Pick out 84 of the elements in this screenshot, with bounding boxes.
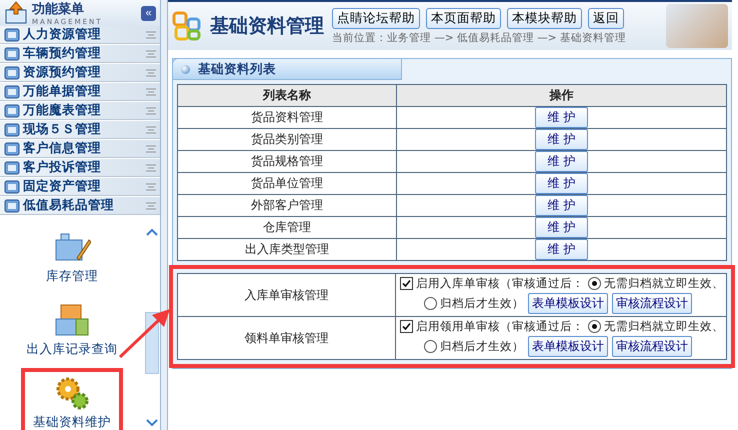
scrollbar[interactable] xyxy=(161,0,168,430)
radio-button[interactable] xyxy=(588,277,601,290)
scroll-up-icon[interactable] xyxy=(146,228,158,236)
module-icon xyxy=(4,28,20,42)
radio-label: 归档后才生效） xyxy=(440,296,524,311)
handle-icon xyxy=(146,106,156,114)
maintain-button[interactable]: 维 护 xyxy=(534,239,588,260)
checkbox-label: 启用入库单审核（审核通过后： xyxy=(416,276,584,291)
table-cell: 货品规格管理 xyxy=(178,150,396,172)
table-cell: 货品资料管理 xyxy=(178,106,396,128)
maintain-button[interactable]: 维 护 xyxy=(534,217,588,238)
design-button[interactable]: 表单模板设计 xyxy=(528,336,608,357)
checkbox[interactable] xyxy=(400,320,413,333)
radio-label: 无需归档就立即生效、 xyxy=(604,319,724,334)
help-button[interactable]: 点睛论坛帮助 xyxy=(332,8,420,28)
table-cell: 货品单位管理 xyxy=(178,172,396,194)
menu-item[interactable]: 固定资产管理 xyxy=(0,178,160,196)
breadcrumb: 当前位置：业务管理 —> 低值易耗品管理 —> 基础资料管理 xyxy=(332,30,627,44)
scroll-down-icon[interactable] xyxy=(146,419,158,427)
module-icon xyxy=(4,198,20,212)
table-cell: 领料单审核管理 xyxy=(178,316,396,360)
radio-label: 无需归档就立即生效、 xyxy=(604,276,724,291)
handle-icon xyxy=(146,30,156,38)
menu-item[interactable]: 资源预约管理 xyxy=(0,64,160,82)
table-cell: 外部客户管理 xyxy=(178,194,396,216)
menu-item[interactable]: 车辆预约管理 xyxy=(0,45,160,63)
module-icon xyxy=(4,180,20,194)
handle-icon xyxy=(146,144,156,152)
help-button[interactable]: 本页面帮助 xyxy=(426,8,501,28)
handle-icon xyxy=(146,88,156,96)
module-icon xyxy=(4,104,20,118)
menu-item[interactable]: 客户投诉管理 xyxy=(0,159,160,177)
handle-icon xyxy=(146,202,156,210)
module-icon xyxy=(4,142,20,156)
checkbox[interactable] xyxy=(400,277,413,290)
menu-item[interactable]: 万能魔表管理 xyxy=(0,102,160,120)
squares-logo-icon xyxy=(172,11,202,41)
module-icon xyxy=(4,46,20,60)
sphere-icon xyxy=(181,64,190,74)
help-button[interactable]: 本模块帮助 xyxy=(507,8,582,28)
design-button[interactable]: 审核流程设计 xyxy=(612,293,692,314)
module-icon xyxy=(4,66,20,80)
panel-title: 基础资料列表 xyxy=(198,60,276,78)
module-icon xyxy=(4,84,20,98)
handle-icon xyxy=(146,68,156,76)
radio-label: 归档后才生效） xyxy=(440,339,524,354)
radio-button[interactable] xyxy=(424,297,437,310)
menu-item[interactable]: 客户信息管理 xyxy=(0,140,160,158)
radio-button[interactable] xyxy=(588,320,601,333)
table-cell: 出入库类型管理 xyxy=(178,238,396,260)
handle-icon xyxy=(146,182,156,190)
photo-placeholder xyxy=(666,4,728,48)
help-button[interactable]: 返回 xyxy=(588,8,624,28)
page-title: 基础资料管理 xyxy=(210,14,324,39)
maintain-button[interactable]: 维 护 xyxy=(534,129,588,150)
menu-item[interactable]: 万能单据管理 xyxy=(0,83,160,101)
design-button[interactable]: 审核流程设计 xyxy=(612,336,692,357)
scrollbar-thumb[interactable] xyxy=(145,312,159,374)
upload-box-icon xyxy=(4,1,28,25)
handle-icon xyxy=(146,164,156,172)
table-cell: 货品类别管理 xyxy=(178,128,396,150)
table-cell: 入库单审核管理 xyxy=(178,274,396,316)
menu-item[interactable]: 低值易耗品管理 xyxy=(0,197,160,215)
submenu-item[interactable]: 出入库记录查询 xyxy=(14,295,130,364)
handle-icon xyxy=(146,50,156,58)
maintain-button[interactable]: 维 护 xyxy=(534,151,588,172)
module-icon xyxy=(4,122,20,136)
collapse-button[interactable]: « xyxy=(141,6,156,20)
submenu-item[interactable]: 库存管理 xyxy=(34,222,110,291)
handle-icon xyxy=(146,126,156,134)
table-cell: 仓库管理 xyxy=(178,216,396,238)
maintain-button[interactable]: 维 护 xyxy=(534,195,588,216)
maintain-button[interactable]: 维 护 xyxy=(534,173,588,194)
radio-button[interactable] xyxy=(424,340,437,353)
column-header: 操作 xyxy=(396,84,726,106)
column-header: 列表名称 xyxy=(178,84,396,106)
menu-title: 功能菜单 xyxy=(32,1,85,18)
menu-item[interactable]: 人力资源管理 xyxy=(0,26,160,44)
module-icon xyxy=(4,160,20,174)
design-button[interactable]: 表单模板设计 xyxy=(528,293,608,314)
submenu-item[interactable]: 基础资料维护 xyxy=(21,368,123,430)
maintain-button[interactable]: 维 护 xyxy=(534,107,588,128)
menu-item[interactable]: 现场５Ｓ管理 xyxy=(0,121,160,139)
checkbox-label: 启用领用单审核（审核通过后： xyxy=(416,319,584,334)
